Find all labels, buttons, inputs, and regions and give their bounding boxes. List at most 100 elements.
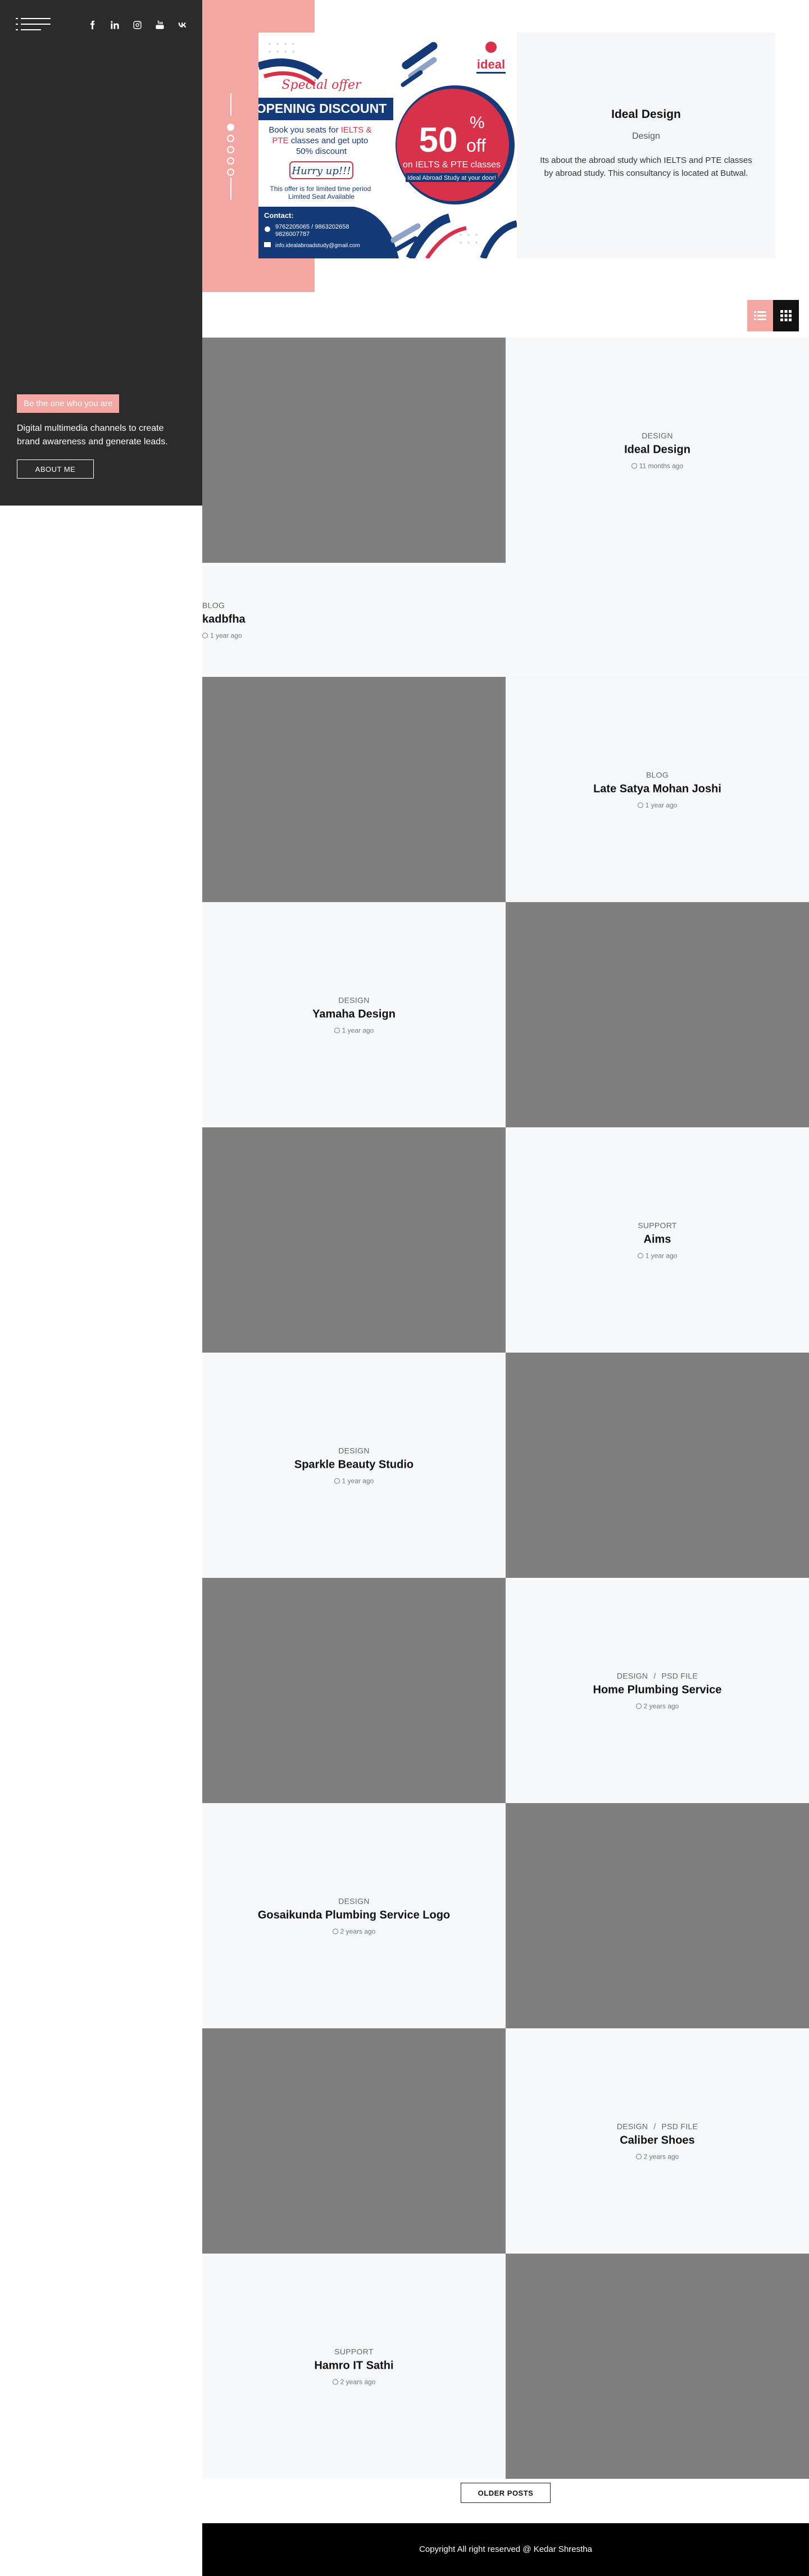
featured-post-description: Its about the abroad study which IELTS a… (540, 156, 752, 178)
post-title[interactable]: Late Satya Mohan Joshi (506, 782, 809, 795)
clock-icon (334, 1478, 340, 1483)
slider-pagination (226, 93, 235, 200)
svg-text:on IELTS & PTE classes: on IELTS & PTE classes (403, 160, 501, 170)
post-category[interactable]: BLOG (646, 770, 669, 779)
about-me-button[interactable]: ABOUT ME (17, 459, 94, 479)
post-card: SUPPORT Aims 1 year ago (506, 1127, 809, 1353)
post-category[interactable]: BLOG (202, 600, 225, 609)
list-view-icon (754, 311, 766, 320)
post-thumbnail[interactable] (202, 1127, 506, 1353)
post-thumbnail[interactable] (202, 1578, 506, 1803)
featured-post-image[interactable]: ideal Special offer OPENING DISCOUNT Boo… (258, 33, 517, 258)
post-item: DESIGN Yamaha Design 1 year ago (202, 902, 809, 1127)
clock-icon (635, 1703, 642, 1709)
linkedin-icon[interactable] (110, 19, 120, 30)
post-category[interactable]: PSD FILE (662, 1671, 698, 1680)
post-category[interactable]: SUPPORT (638, 1221, 677, 1230)
slide-dot-3[interactable] (227, 146, 234, 153)
post-thumbnail[interactable] (506, 1803, 809, 2028)
post-category[interactable]: DESIGN (338, 1446, 369, 1455)
post-category[interactable]: DESIGN (338, 995, 369, 1004)
post-title[interactable]: kadbfha (202, 613, 809, 626)
featured-post-info: Ideal Design Design Its about the abroad… (517, 33, 775, 258)
post-card: DESIGN Ideal Design 11 months ago (506, 338, 809, 563)
older-posts-button[interactable]: OLDER POSTS (461, 2483, 551, 2503)
post-thumbnail[interactable] (202, 2028, 506, 2254)
post-category[interactable]: SUPPORT (334, 2347, 374, 2356)
slide-dot-2[interactable] (227, 135, 234, 142)
post-date: 1 year ago (342, 1477, 374, 1485)
post-date: 1 year ago (342, 1026, 374, 1034)
tagline-text: Digital multimedia channels to create br… (17, 424, 168, 447)
post-date: 2 years ago (340, 1927, 376, 1935)
post-item: BLOG kadbfha 1 year ago (202, 563, 809, 677)
slide-dot-4[interactable] (227, 157, 234, 165)
post-date: 1 year ago (645, 1251, 678, 1259)
post-list: DESIGN Ideal Design 11 months ago BLOG k… (202, 338, 809, 2479)
clock-icon (334, 1027, 340, 1033)
menu-icon[interactable] (16, 16, 51, 33)
post-card: DESIGN / PSD FILE Home Plumbing Service 2 … (506, 1578, 809, 1803)
post-title[interactable]: Home Plumbing Service (506, 1683, 809, 1696)
post-card: DESIGN Yamaha Design 1 year ago (202, 902, 506, 1127)
grid-view-button[interactable] (773, 300, 799, 331)
post-item: DESIGN Gosaikunda Plumbing Service Logo … (202, 1803, 809, 2028)
post-date: 2 years ago (643, 2152, 679, 2160)
clock-icon (332, 2379, 338, 2384)
post-title[interactable]: Sparkle Beauty Studio (202, 1458, 506, 1471)
post-category[interactable]: DESIGN (617, 1671, 648, 1680)
svg-text:%: % (470, 113, 485, 132)
slide-dot-5[interactable] (227, 169, 234, 176)
svg-text:Ideal Abroad Study at your doo: Ideal Abroad Study at your door! (407, 175, 496, 181)
post-title[interactable]: Hamro IT Sathi (202, 2359, 506, 2372)
clock-icon (332, 1928, 338, 1934)
svg-text:info.idealabroadstudy@gmail.co: info.idealabroadstudy@gmail.com (275, 243, 360, 249)
post-date: 2 years ago (643, 1702, 679, 1710)
svg-text:Special offer: Special offer (281, 78, 362, 92)
facebook-icon[interactable] (87, 19, 97, 30)
post-item: DESIGN Ideal Design 11 months ago (202, 338, 809, 563)
post-thumbnail[interactable] (202, 677, 506, 902)
post-thumbnail[interactable] (506, 1353, 809, 1578)
post-item: DESIGN Sparkle Beauty Studio 1 year ago (202, 1353, 809, 1578)
instagram-icon[interactable] (132, 19, 142, 30)
post-item: SUPPORT Hamro IT Sathi 2 years ago (202, 2254, 809, 2479)
svg-text:Contact:: Contact: (264, 211, 294, 220)
post-title[interactable]: Gosaikunda Plumbing Service Logo (202, 1909, 506, 1922)
featured-post-category[interactable]: Design (517, 131, 775, 142)
post-card: DESIGN Sparkle Beauty Studio 1 year ago (202, 1353, 506, 1578)
clock-icon (637, 802, 643, 808)
featured-post-title[interactable]: Ideal Design (517, 108, 775, 121)
slide-dot-1[interactable] (227, 124, 234, 131)
post-card: DESIGN / PSD FILE Caliber Shoes 2 years ag… (506, 2028, 809, 2254)
post-title[interactable]: Ideal Design (506, 443, 809, 456)
post-item: DESIGN / PSD FILE Caliber Shoes 2 years ag… (202, 2028, 809, 2254)
post-date: 1 year ago (210, 631, 242, 639)
post-category[interactable]: DESIGN (642, 431, 672, 440)
post-title[interactable]: Caliber Shoes (506, 2134, 809, 2147)
post-thumbnail[interactable] (506, 2254, 809, 2479)
list-view-button[interactable] (747, 300, 773, 331)
grid-view-icon (780, 310, 792, 321)
post-card: SUPPORT Hamro IT Sathi 2 years ago (202, 2254, 506, 2479)
post-thumbnail[interactable] (202, 338, 506, 563)
sidebar: Be the one who you are Digital multimedi… (0, 0, 202, 506)
post-date: 11 months ago (639, 462, 684, 470)
post-category[interactable]: PSD FILE (662, 2122, 698, 2131)
clock-icon (631, 463, 637, 468)
post-title[interactable]: Aims (506, 1233, 809, 1246)
post-title[interactable]: Yamaha Design (202, 1008, 506, 1021)
clock-icon (202, 632, 208, 638)
svg-text:ideal: ideal (477, 57, 505, 71)
post-category[interactable]: DESIGN (617, 2122, 648, 2131)
post-item: DESIGN / PSD FILE Home Plumbing Service 2 … (202, 1578, 809, 1803)
youtube-icon[interactable] (154, 19, 165, 30)
post-date: 1 year ago (645, 801, 678, 809)
post-card: DESIGN Gosaikunda Plumbing Service Logo … (202, 1803, 506, 2028)
post-thumbnail[interactable] (506, 902, 809, 1127)
footer: Copyright All right reserved @ Kedar Shr… (202, 2523, 809, 2576)
vk-icon[interactable] (177, 19, 187, 30)
post-category[interactable]: DESIGN (338, 1896, 369, 1905)
social-links (87, 19, 187, 30)
post-card: BLOG Late Satya Mohan Joshi 1 year ago (506, 677, 809, 902)
